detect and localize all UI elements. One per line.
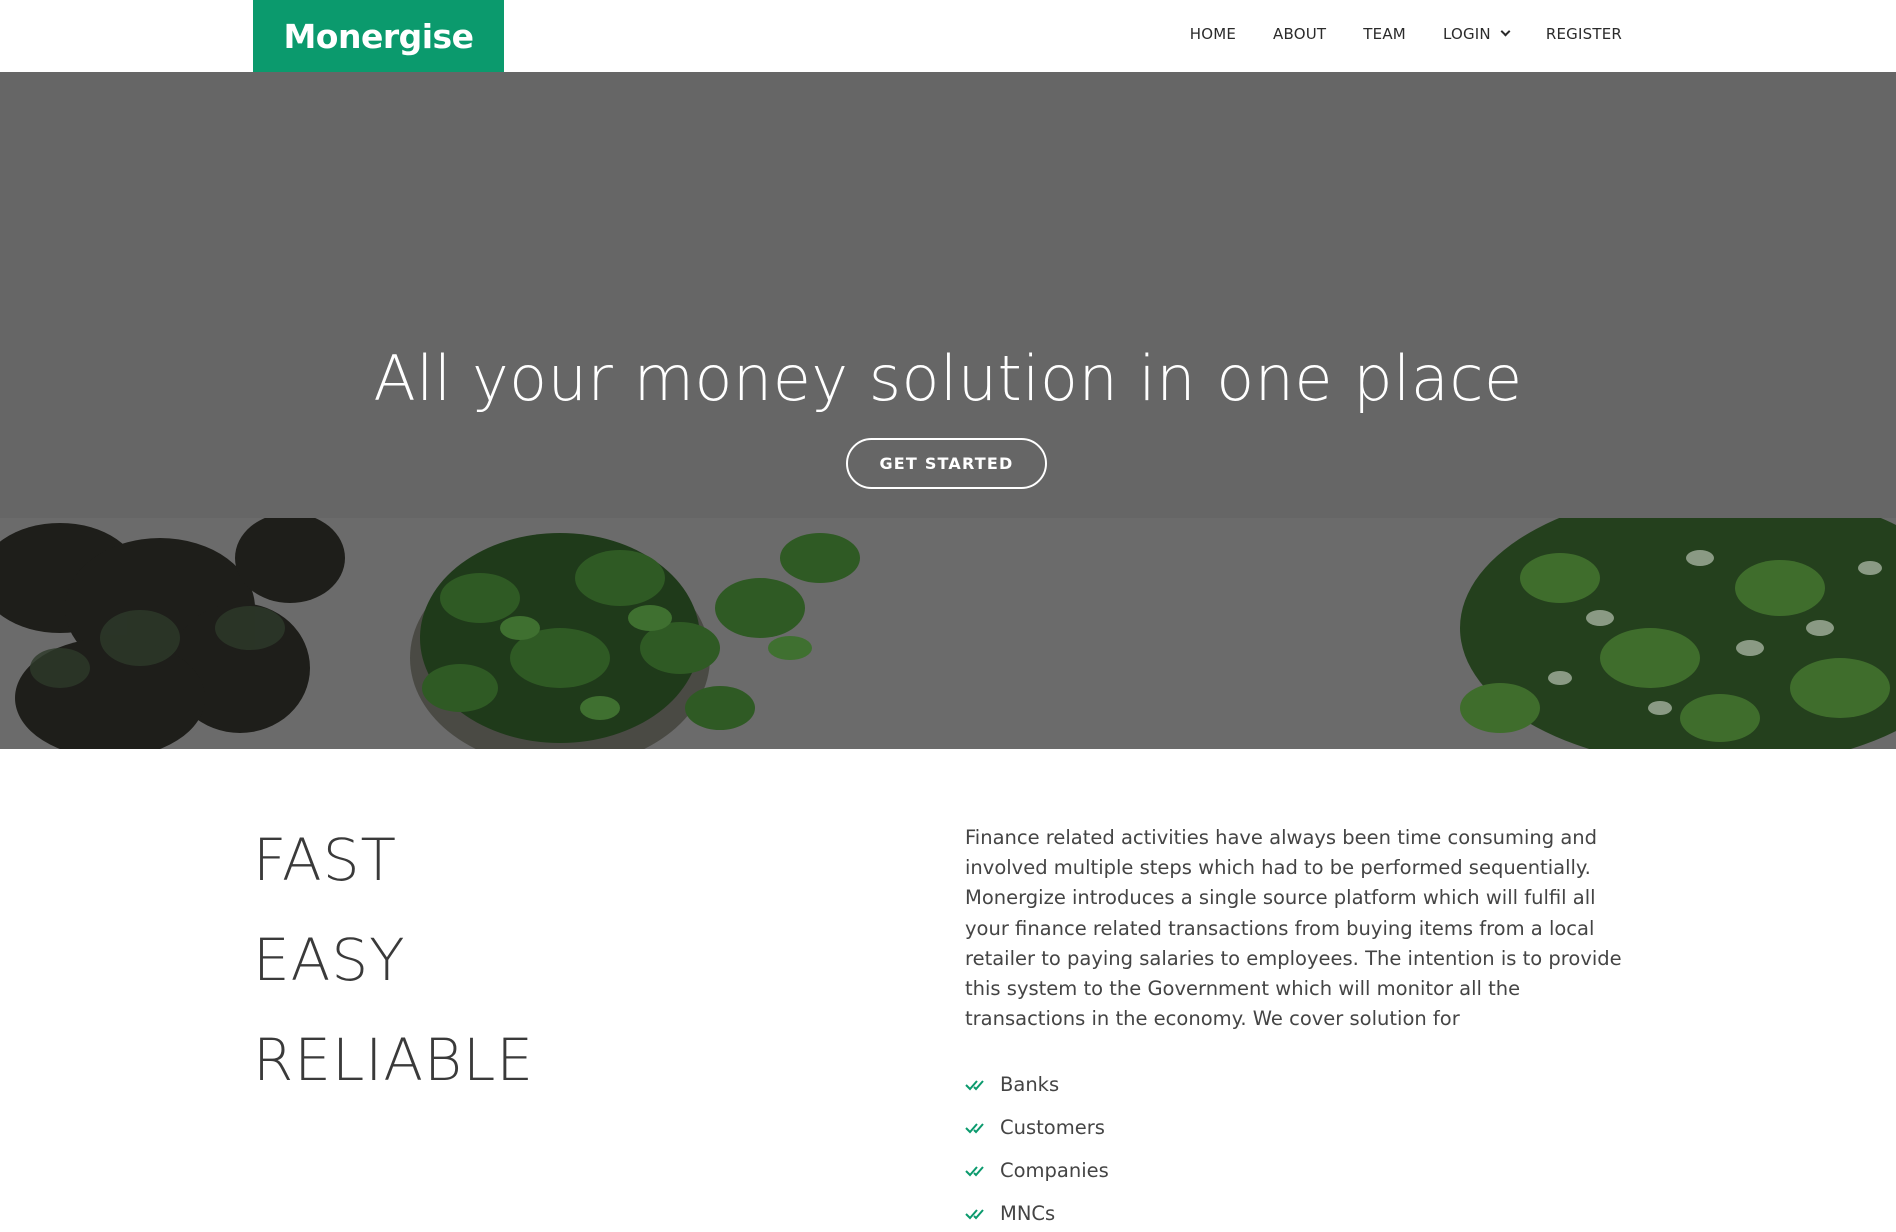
list-item: Customers (965, 1106, 1109, 1149)
tagline-reliable: RELIABLE (253, 1026, 534, 1094)
chevron-down-icon (1500, 26, 1511, 37)
tagline-easy: EASY (253, 926, 406, 994)
hero-title: All your money solution in one place (373, 342, 1523, 415)
get-started-button[interactable]: GET STARTED (846, 438, 1047, 489)
nav-about-label: ABOUT (1273, 25, 1327, 43)
solutions-list: Banks Customers Companies MNCs (965, 1063, 1109, 1232)
site-header: Monergise HOME ABOUT TEAM LOGIN REGISTER (0, 0, 1896, 72)
right-plant (1460, 518, 1896, 749)
list-item-label: Customers (1000, 1116, 1105, 1139)
double-check-icon (965, 1079, 984, 1090)
list-item-label: Banks (1000, 1073, 1060, 1096)
brand-name: Monergise (283, 16, 474, 56)
nav-register[interactable]: REGISTER (1546, 25, 1622, 43)
taglines: FAST EASY RELIABLE (253, 820, 534, 1120)
list-item: Banks (965, 1063, 1109, 1106)
nav-home[interactable]: HOME (1190, 25, 1236, 43)
nav-team[interactable]: TEAM (1363, 25, 1406, 43)
nav-home-label: HOME (1189, 25, 1237, 43)
brand-logo[interactable]: Monergise (253, 0, 504, 72)
tagline-fast: FAST (253, 826, 397, 894)
nav-register-label: REGISTER (1545, 25, 1622, 43)
double-check-icon (965, 1122, 984, 1133)
double-check-icon (965, 1165, 984, 1176)
nav-about[interactable]: ABOUT (1273, 25, 1326, 43)
list-item: Companies (965, 1149, 1109, 1192)
double-check-icon (965, 1208, 984, 1219)
list-item: MNCs (965, 1192, 1109, 1232)
nav-team-label: TEAM (1363, 25, 1406, 43)
description: Finance related activities have always b… (965, 826, 1622, 1031)
nav-login-dropdown[interactable]: LOGIN (1442, 25, 1511, 43)
nav-login-label: LOGIN (1442, 25, 1491, 43)
main-nav: HOME ABOUT TEAM LOGIN REGISTER (1190, 0, 1622, 68)
list-item-label: Companies (1000, 1159, 1109, 1182)
hero-section: All your money solution in one place GET… (0, 72, 1896, 749)
list-item-label: MNCs (1000, 1202, 1056, 1225)
plants-image (0, 518, 1896, 749)
